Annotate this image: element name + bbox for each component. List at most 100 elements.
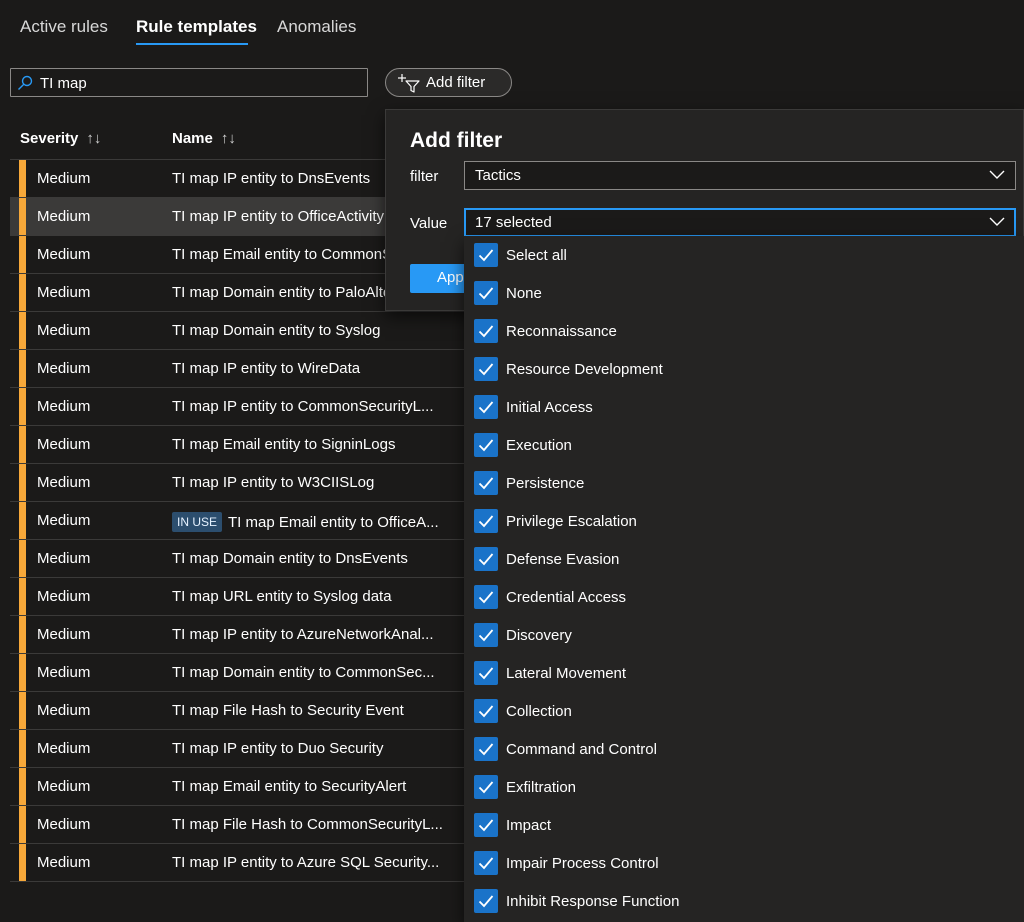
in-use-badge: IN USE bbox=[172, 512, 223, 532]
value-label: Value bbox=[410, 215, 448, 232]
add-filter-icon bbox=[398, 74, 420, 93]
rule-name: TI map IP entity to OfficeActivity bbox=[172, 208, 385, 225]
name-cell: TI map Domain entity to PaloAlto bbox=[172, 284, 391, 301]
severity-indicator bbox=[19, 654, 26, 691]
dropdown-option[interactable]: Collection bbox=[464, 692, 1024, 730]
rule-name: TI map IP entity to CommonSecurityL... bbox=[172, 398, 434, 415]
column-header-name[interactable]: Name ↑↓ bbox=[172, 130, 236, 147]
option-checkbox[interactable] bbox=[474, 319, 498, 343]
option-checkbox[interactable] bbox=[474, 623, 498, 647]
severity-indicator bbox=[19, 730, 26, 767]
option-checkbox[interactable] bbox=[474, 737, 498, 761]
dropdown-option[interactable]: Initial Access bbox=[464, 388, 1024, 426]
tab-anomalies[interactable]: Anomalies bbox=[277, 17, 356, 37]
name-cell: TI map IP entity to AzureNetworkAnal... bbox=[172, 626, 434, 643]
option-checkbox[interactable] bbox=[474, 775, 498, 799]
dropdown-option[interactable]: Impact bbox=[464, 806, 1024, 844]
severity-indicator bbox=[19, 540, 26, 577]
dropdown-option[interactable]: Resource Development bbox=[464, 350, 1024, 388]
dropdown-option[interactable]: Privilege Escalation bbox=[464, 502, 1024, 540]
dropdown-option[interactable]: Lateral Movement bbox=[464, 654, 1024, 692]
sort-icon: ↑↓ bbox=[86, 130, 102, 147]
severity-indicator bbox=[19, 844, 26, 881]
tab-rule-templates[interactable]: Rule templates bbox=[136, 17, 257, 37]
option-checkbox[interactable] bbox=[474, 471, 498, 495]
severity-indicator bbox=[19, 198, 26, 235]
option-label: Discovery bbox=[506, 627, 572, 644]
dropdown-option[interactable]: Persistence bbox=[464, 464, 1024, 502]
apply-button[interactable]: Apply bbox=[410, 264, 472, 293]
rule-name: TI map Domain entity to CommonSec... bbox=[172, 664, 435, 681]
option-label: Execution bbox=[506, 437, 572, 454]
checkmark-icon bbox=[478, 629, 494, 642]
name-cell: TI map File Hash to CommonSecurityL... bbox=[172, 816, 443, 833]
dropdown-option[interactable]: Credential Access bbox=[464, 578, 1024, 616]
dropdown-option[interactable]: None bbox=[464, 274, 1024, 312]
value-select[interactable]: 17 selected bbox=[464, 208, 1016, 237]
search-input[interactable] bbox=[40, 72, 360, 94]
name-cell: TI map IP entity to DnsEvents bbox=[172, 170, 370, 187]
active-tab-indicator bbox=[136, 43, 248, 45]
add-filter-button[interactable]: Add filter bbox=[385, 68, 512, 97]
option-checkbox[interactable] bbox=[474, 661, 498, 685]
checkmark-icon bbox=[478, 249, 494, 262]
dropdown-option[interactable]: Inhibit Response Function bbox=[464, 882, 1024, 920]
option-label: Defense Evasion bbox=[506, 551, 620, 568]
severity-cell: Medium bbox=[37, 170, 91, 187]
column-header-name-label: Name bbox=[172, 130, 213, 147]
name-cell: TI map Domain entity to DnsEvents bbox=[172, 550, 408, 567]
filter-select[interactable]: Tactics bbox=[464, 161, 1016, 190]
severity-cell: Medium bbox=[37, 588, 91, 605]
tab-active-rules[interactable]: Active rules bbox=[20, 17, 108, 37]
checkmark-icon bbox=[478, 591, 494, 604]
severity-cell: Medium bbox=[37, 360, 91, 377]
dropdown-option[interactable]: Command and Control bbox=[464, 730, 1024, 768]
option-checkbox[interactable] bbox=[474, 243, 498, 267]
severity-indicator bbox=[19, 312, 26, 349]
dropdown-option[interactable]: Impair Process Control bbox=[464, 844, 1024, 882]
option-checkbox[interactable] bbox=[474, 395, 498, 419]
dropdown-option[interactable]: Defense Evasion bbox=[464, 540, 1024, 578]
rule-name: TI map IP entity to Azure SQL Security..… bbox=[172, 854, 440, 871]
option-checkbox[interactable] bbox=[474, 585, 498, 609]
search-box[interactable] bbox=[10, 68, 368, 97]
filter-select-value: Tactics bbox=[475, 167, 521, 184]
rule-name: TI map File Hash to Security Event bbox=[172, 702, 404, 719]
checkmark-icon bbox=[478, 287, 494, 300]
column-header-severity-label: Severity bbox=[20, 130, 79, 147]
severity-cell: Medium bbox=[37, 816, 91, 833]
option-label: Reconnaissance bbox=[506, 323, 617, 340]
checkmark-icon bbox=[478, 743, 494, 756]
checkmark-icon bbox=[478, 895, 494, 908]
checkmark-icon bbox=[478, 515, 494, 528]
rule-name: TI map IP entity to W3CIISLog bbox=[172, 474, 375, 491]
dropdown-option[interactable]: Reconnaissance bbox=[464, 312, 1024, 350]
severity-cell: Medium bbox=[37, 854, 91, 871]
rule-name: TI map Email entity to SigninLogs bbox=[172, 436, 396, 453]
checkmark-icon bbox=[478, 553, 494, 566]
dropdown-option[interactable]: Execution bbox=[464, 426, 1024, 464]
name-cell: TI map IP entity to WireData bbox=[172, 360, 360, 377]
option-checkbox[interactable] bbox=[474, 889, 498, 913]
checkmark-icon bbox=[478, 439, 494, 452]
option-checkbox[interactable] bbox=[474, 851, 498, 875]
column-header-severity[interactable]: Severity ↑↓ bbox=[20, 130, 101, 147]
tab-bar: Active rules Rule templates Anomalies bbox=[0, 0, 1024, 52]
option-checkbox[interactable] bbox=[474, 281, 498, 305]
option-checkbox[interactable] bbox=[474, 547, 498, 571]
option-checkbox[interactable] bbox=[474, 813, 498, 837]
dropdown-option[interactable]: Exfiltration bbox=[464, 768, 1024, 806]
dropdown-option[interactable]: Select all bbox=[464, 236, 1024, 274]
option-checkbox[interactable] bbox=[474, 433, 498, 457]
option-checkbox[interactable] bbox=[474, 699, 498, 723]
name-cell: TI map File Hash to Security Event bbox=[172, 702, 404, 719]
name-cell: TI map IP entity to Duo Security bbox=[172, 740, 383, 757]
option-checkbox[interactable] bbox=[474, 509, 498, 533]
severity-indicator bbox=[19, 502, 26, 539]
severity-cell: Medium bbox=[37, 284, 91, 301]
severity-indicator bbox=[19, 350, 26, 387]
severity-cell: Medium bbox=[37, 398, 91, 415]
option-checkbox[interactable] bbox=[474, 357, 498, 381]
severity-cell: Medium bbox=[37, 778, 91, 795]
dropdown-option[interactable]: Discovery bbox=[464, 616, 1024, 654]
